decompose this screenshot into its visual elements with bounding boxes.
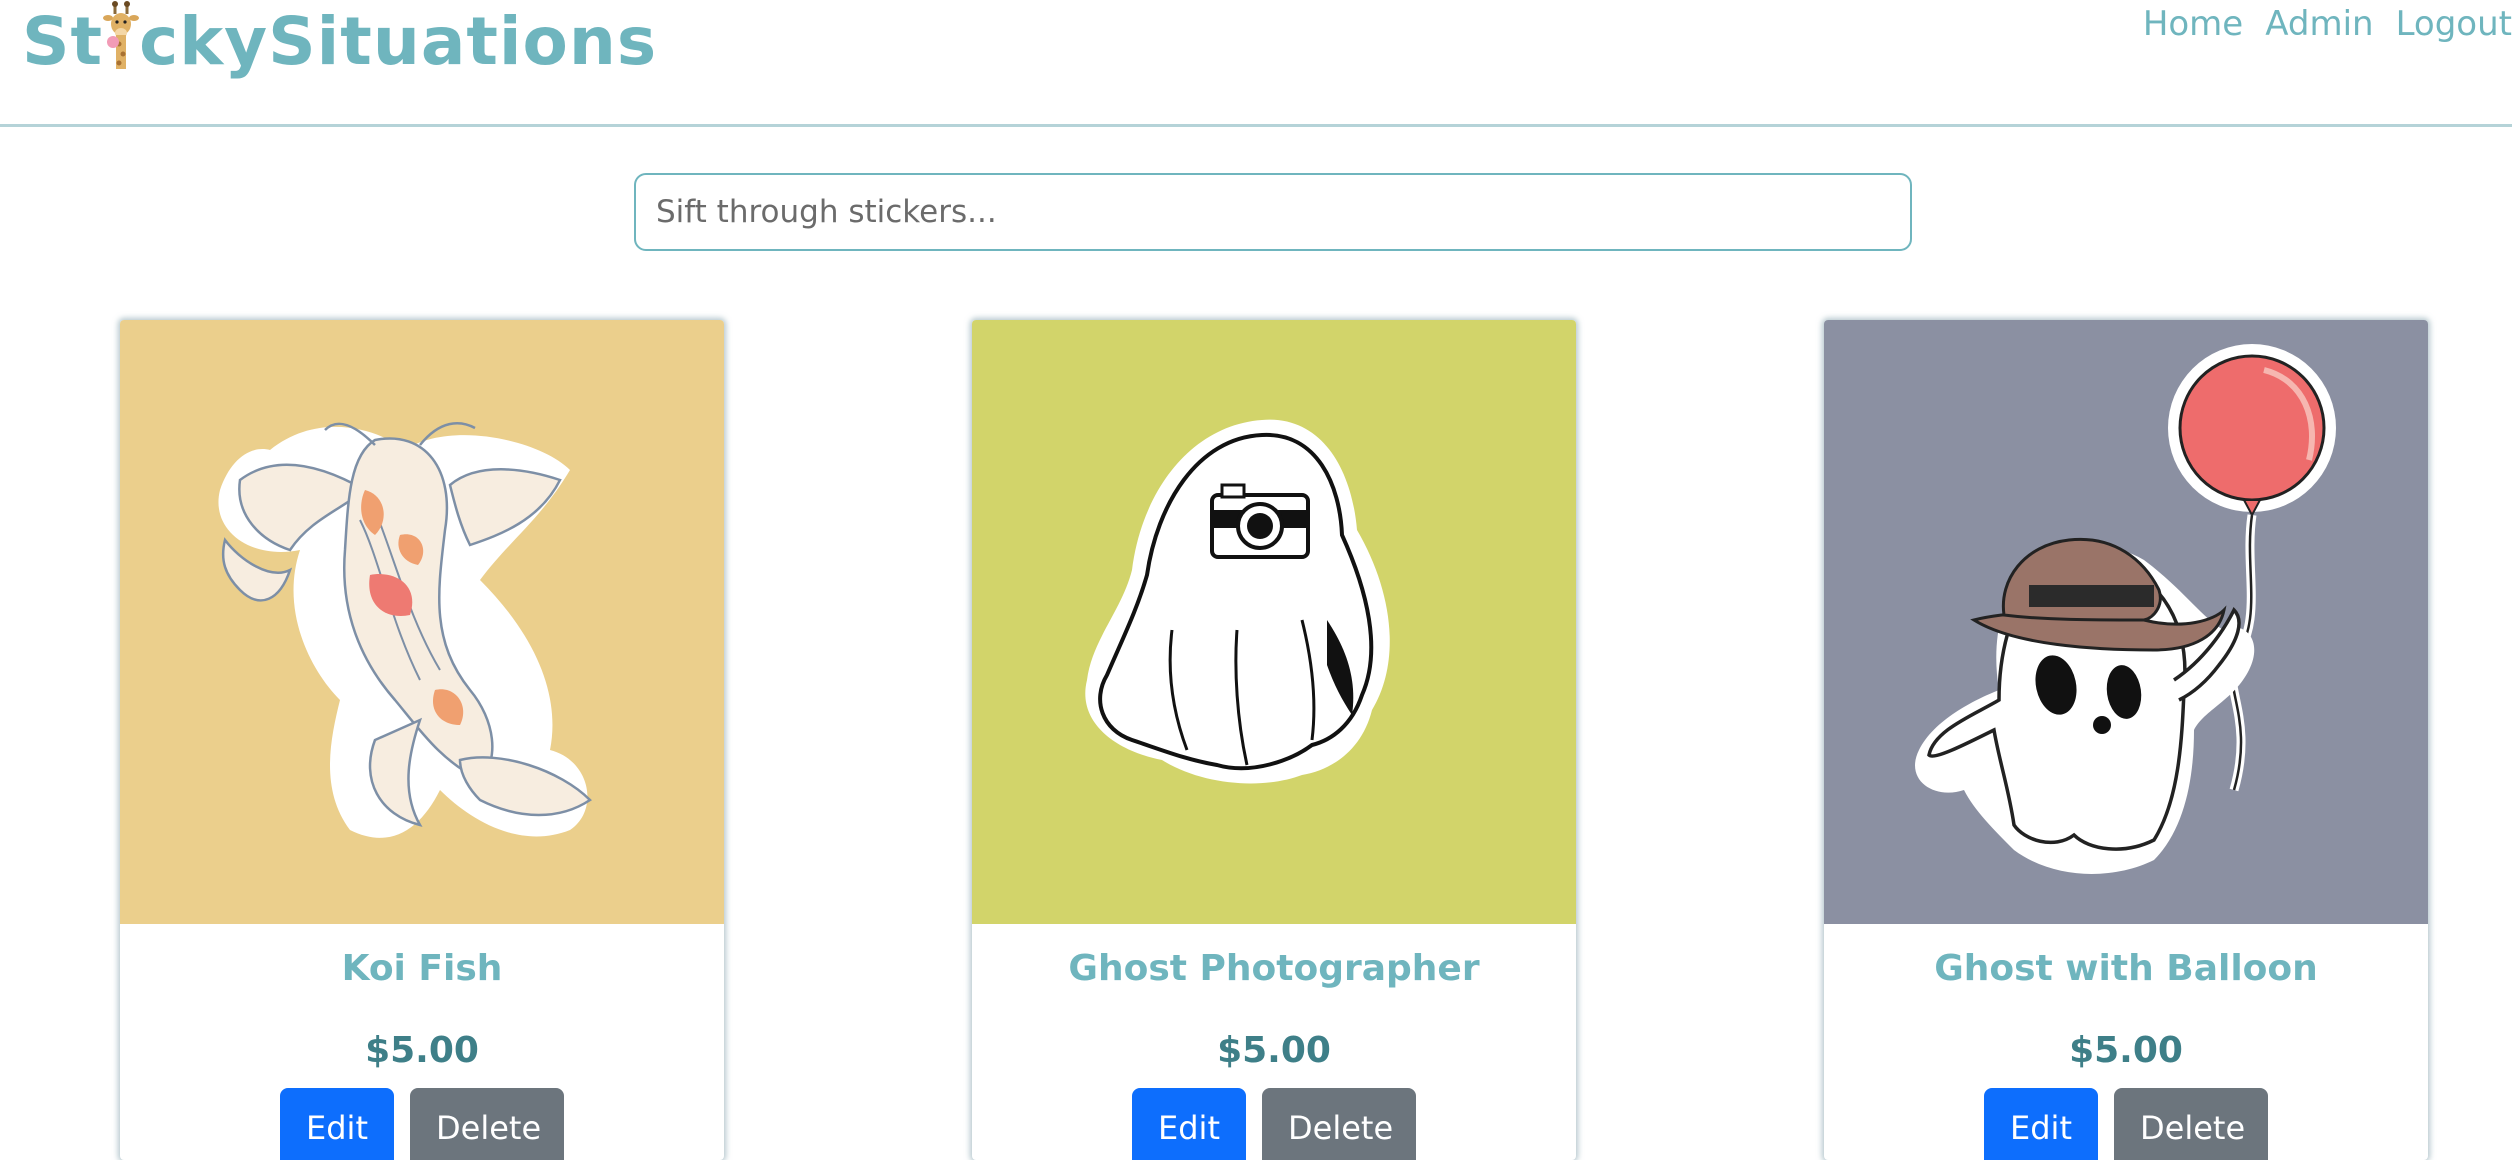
giraffe-icon [103, 0, 140, 70]
delete-button[interactable]: Delete [2114, 1088, 2268, 1160]
product-title: Ghost with Balloon [1934, 948, 2318, 989]
product-actions: Edit Delete [1824, 1088, 2428, 1160]
search-box [634, 173, 1912, 251]
product-price: $5.00 [2069, 1030, 2183, 1071]
product-title: Ghost Photographer [1068, 948, 1480, 989]
product-actions: Edit Delete [120, 1088, 724, 1160]
product-title: Koi Fish [341, 948, 503, 989]
product-image-ghost-with-balloon[interactable] [1824, 320, 2428, 924]
edit-button[interactable]: Edit [1132, 1088, 1246, 1160]
nav-links: Home Admin Logout [2143, 4, 2512, 44]
navbar: St ckySituations Home Admin Logout [0, 0, 2512, 127]
brand-name-start: St [22, 3, 104, 80]
delete-button[interactable]: Delete [410, 1088, 564, 1160]
nav-logout-link[interactable]: Logout [2396, 4, 2512, 44]
brand-name-end: ckySituations [139, 3, 658, 80]
product-card-ghost-photographer: Ghost Photographer $5.00 Edit Delete [972, 320, 1576, 1160]
nav-home-link[interactable]: Home [2143, 4, 2243, 44]
delete-button[interactable]: Delete [1262, 1088, 1416, 1160]
product-image-ghost-photographer[interactable] [972, 320, 1576, 924]
product-actions: Edit Delete [972, 1088, 1576, 1160]
product-price: $5.00 [365, 1030, 479, 1071]
koi-fish-sticker-icon [218, 422, 592, 838]
product-card-ghost-with-balloon: Ghost with Balloon $5.00 Edit Delete [1824, 320, 2428, 1160]
brand-logo[interactable]: St ckySituations [22, 0, 657, 83]
ghost-photographer-sticker-icon [1085, 419, 1390, 784]
edit-button[interactable]: Edit [280, 1088, 394, 1160]
nav-admin-link[interactable]: Admin [2265, 4, 2373, 44]
product-image-koi-fish[interactable] [120, 320, 724, 924]
product-card-koi-fish: Koi Fish $5.00 Edit Delete [120, 320, 724, 1160]
search-input[interactable] [636, 175, 1910, 249]
ghost-with-balloon-sticker-icon [1915, 344, 2336, 874]
edit-button[interactable]: Edit [1984, 1088, 2098, 1160]
product-price: $5.00 [1217, 1030, 1331, 1071]
